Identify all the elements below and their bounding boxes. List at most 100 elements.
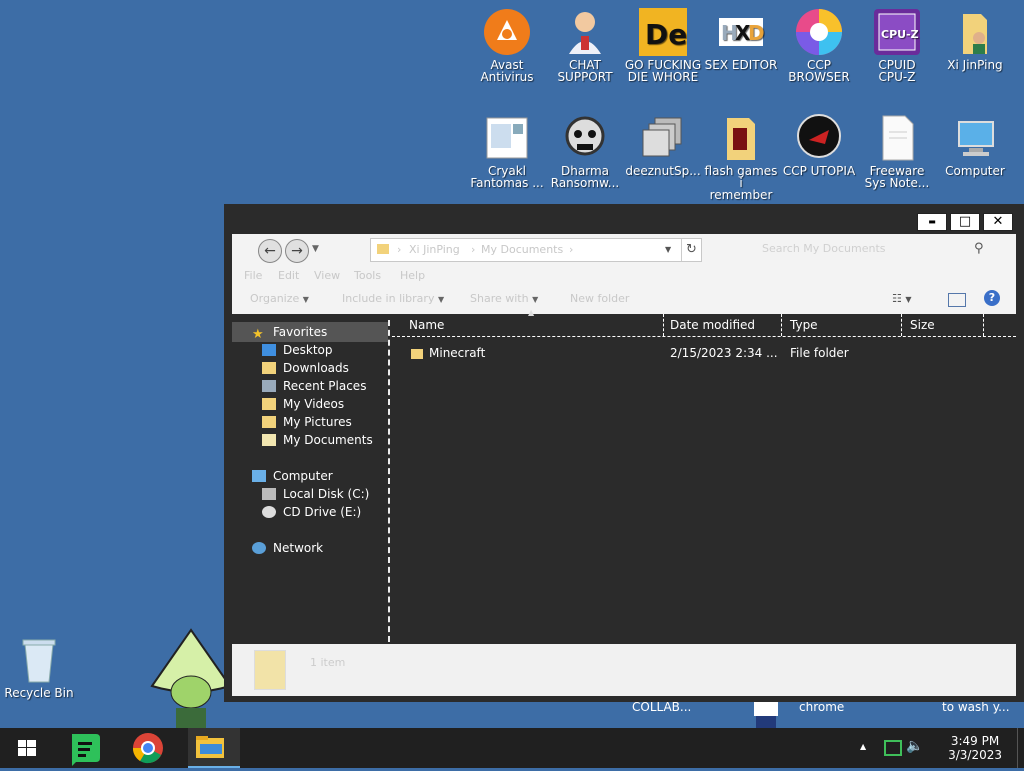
desktop-icon-chat-support[interactable]: CHAT SUPPORT (546, 8, 624, 83)
search-box[interactable]: Search My Documents ⚲ (752, 238, 1010, 260)
ccp-browser-icon (795, 8, 843, 56)
videos-folder-icon (262, 398, 276, 410)
desktop-icon-label-collab[interactable]: COLLAB... (632, 700, 691, 714)
file-explorer-icon (196, 736, 224, 758)
new-folder-button[interactable]: New folder (570, 292, 629, 305)
taskbar-notes-app[interactable] (66, 728, 106, 768)
taskbar-file-explorer[interactable] (188, 728, 240, 768)
downloads-folder-icon (262, 362, 276, 374)
maximize-button[interactable]: □ (950, 213, 980, 231)
desktop-icon-cryakl[interactable]: Cryakl Fantomas ... (468, 114, 546, 189)
desktop-icon-label: Avast Antivirus (480, 58, 534, 84)
nav-network[interactable]: Network (252, 539, 323, 557)
forward-button[interactable]: → (285, 239, 309, 263)
chrome-icon (132, 733, 163, 764)
desktop-icon-deeznut[interactable]: deeznutSp... (624, 114, 702, 177)
search-icon[interactable]: ⚲ (974, 238, 984, 260)
clock-time: 3:49 PM (950, 734, 1000, 748)
breadcrumb-separator-icon: › (569, 243, 574, 256)
desktop-icon-avast[interactable]: Avast Antivirus (468, 8, 546, 83)
folder-icon (377, 244, 389, 254)
green-notes-icon (72, 734, 100, 766)
file-list: Name Date modified Type Size ▲ Minecraft… (392, 308, 1016, 642)
table-row[interactable]: Minecraft 2/15/2023 2:34 ... File folder (401, 344, 1001, 364)
file-name[interactable]: Minecraft (429, 344, 485, 362)
show-hidden-icons-chevron-icon[interactable]: ▲ (860, 742, 866, 751)
nav-local-disk[interactable]: Local Disk (C:) (262, 485, 369, 503)
nav-recent-places[interactable]: Recent Places (262, 377, 366, 395)
taskbar-clock[interactable]: 3:49 PM 3/3/2023 (948, 734, 1002, 762)
address-dropdown-icon[interactable]: ▼ (665, 239, 671, 261)
breadcrumb-separator-icon: › (397, 243, 402, 256)
share-with-button[interactable]: Share with ▼ (470, 292, 538, 305)
nav-my-documents[interactable]: My Documents (262, 431, 373, 449)
include-in-library-button[interactable]: Include in library ▼ (342, 292, 444, 305)
nav-my-pictures[interactable]: My Pictures (262, 413, 352, 431)
desktop-icon-label: deeznutSp... (625, 164, 701, 178)
start-button[interactable] (8, 728, 48, 768)
chat-support-icon (561, 8, 609, 56)
desktop-icon-de[interactable]: De GO FUCKING DIE WHORE (624, 8, 702, 83)
column-name[interactable]: Name (401, 314, 664, 336)
star-icon: ★ (252, 327, 264, 342)
breadcrumb-my-documents[interactable]: My Documents (481, 239, 563, 261)
desktop-icon-cpuz[interactable]: CPU-Z CPUID CPU-Z (858, 8, 936, 83)
explorer-window[interactable]: ▬ □ ✕ ← → ▼ › Xi JinPing › My Documents … (224, 204, 1024, 702)
menu-edit[interactable]: Edit (278, 269, 299, 282)
column-date-modified[interactable]: Date modified (662, 314, 782, 336)
desktop-icon-flash-games[interactable]: flash games i remember (702, 114, 780, 201)
taskbar-chrome[interactable] (128, 728, 168, 768)
desktop-icon-recycle-bin[interactable]: Recycle Bin (0, 636, 78, 699)
nav-my-videos[interactable]: My Videos (262, 395, 344, 413)
nav-favorites[interactable]: ★ Favorites (252, 323, 327, 341)
desktop-icon-ccp-utopia[interactable]: CCP UTOPIA (780, 114, 858, 177)
recent-pages-chevron-icon[interactable]: ▼ (312, 244, 319, 254)
desktop-icon-label: CPUID CPU-Z (878, 58, 916, 84)
volume-icon[interactable]: 🔈 (906, 738, 923, 754)
desktop-icon-label: Recycle Bin (4, 686, 74, 700)
view-options-icon[interactable]: ☷ ▼ (892, 292, 912, 305)
computer-small-icon (252, 470, 266, 482)
organize-button[interactable]: Organize ▼ (250, 292, 309, 305)
folder-preview-icon (254, 650, 286, 690)
nav-computer[interactable]: Computer (252, 467, 333, 485)
file-date: 2/15/2023 2:34 ... (670, 346, 778, 360)
close-button[interactable]: ✕ (983, 213, 1013, 231)
back-button[interactable]: ← (258, 239, 282, 263)
explorer-toolbar-area: ← → ▼ › Xi JinPing › My Documents › ▼ ↻ … (232, 234, 1016, 314)
peridot-sticker (150, 628, 232, 728)
menu-help[interactable]: Help (400, 269, 425, 282)
address-bar[interactable]: › Xi JinPing › My Documents › ▼ ↻ (370, 238, 702, 262)
help-icon[interactable]: ? (984, 290, 1000, 306)
desktop-icon-label-wash[interactable]: to wash y... (942, 700, 1010, 714)
refresh-icon[interactable]: ↻ (681, 239, 697, 261)
column-type[interactable]: Type (782, 314, 902, 336)
nav-desktop[interactable]: Desktop (262, 341, 333, 359)
desktop-icon-dharma[interactable]: Dharma Ransomw... (546, 114, 624, 189)
recycle-bin-icon (15, 636, 63, 684)
nav-cd-drive[interactable]: CD Drive (E:) (262, 503, 361, 521)
desktop-icon-sex-editor[interactable]: HXD SEX EDITOR (702, 8, 780, 71)
windows-logo-icon (18, 740, 36, 756)
desktop-icon-freeware-notes[interactable]: Freeware Sys Note... (858, 114, 936, 189)
nav-downloads[interactable]: Downloads (262, 359, 349, 377)
breadcrumb-xi-jinping[interactable]: Xi JinPing (409, 239, 460, 261)
file-type: File folder (790, 346, 849, 360)
minimize-button[interactable]: ▬ (917, 213, 947, 231)
desktop-icon-computer[interactable]: Computer (936, 114, 1014, 177)
desktop-icon-label-chrome[interactable]: chrome (799, 700, 844, 714)
documents-folder-icon (262, 434, 276, 446)
desktop-icon-ccp-browser[interactable]: CCP BROWSER (780, 8, 858, 83)
menu-view[interactable]: View (314, 269, 340, 282)
column-size[interactable]: Size (902, 314, 984, 336)
deeznut-icon (639, 114, 687, 162)
clock-date: 3/3/2023 (948, 748, 1002, 762)
show-desktop-button[interactable] (1017, 728, 1024, 768)
desktop-icon-label: CCP UTOPIA (782, 164, 856, 178)
menu-file[interactable]: File (244, 269, 262, 282)
network-tray-icon[interactable] (884, 740, 902, 756)
desktop-icon-xi-jinping[interactable]: Xi JinPing (936, 8, 1014, 71)
search-input[interactable]: Search My Documents (762, 238, 886, 260)
menu-tools[interactable]: Tools (354, 269, 381, 282)
preview-pane-icon[interactable] (948, 293, 966, 307)
